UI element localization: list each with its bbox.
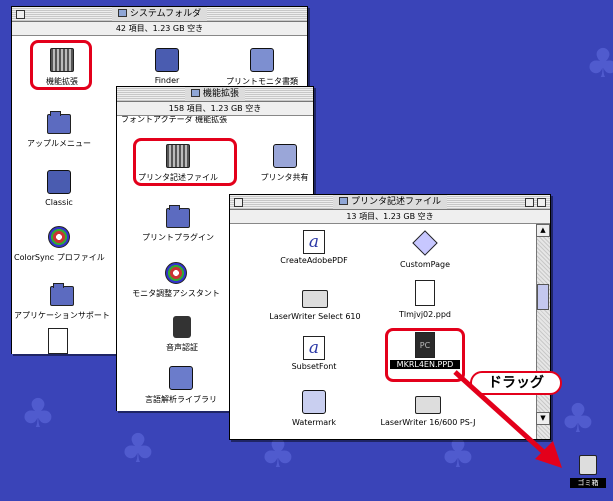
trash-icon <box>579 455 597 475</box>
trash[interactable]: ゴミ箱 <box>570 455 606 488</box>
drag-arrow <box>453 370 562 468</box>
